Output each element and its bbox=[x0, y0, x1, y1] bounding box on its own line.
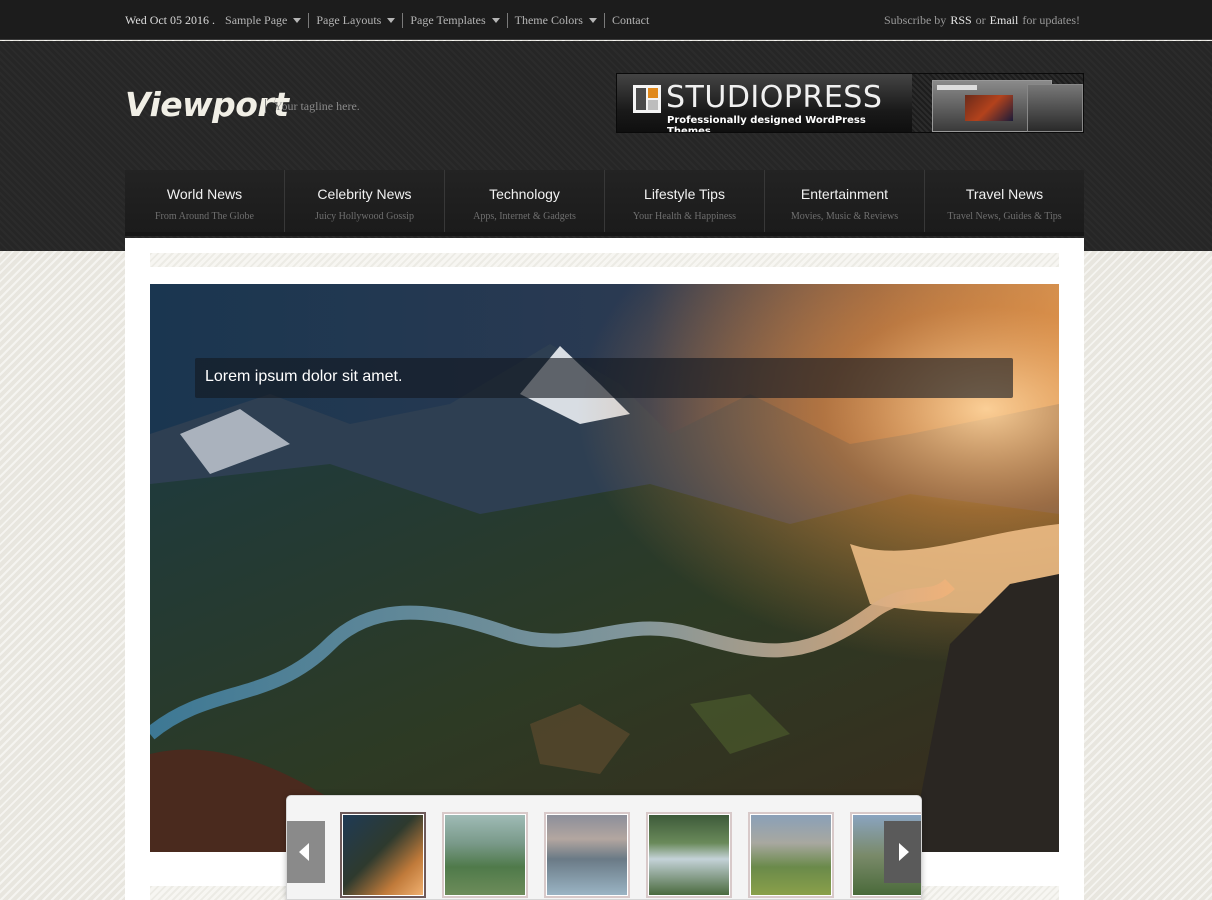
slide-caption-text: Lorem ipsum dolor sit amet. bbox=[205, 368, 403, 385]
nav-item-title: Lifestyle Tips bbox=[644, 186, 725, 202]
nav-item-celebrity-news[interactable]: Celebrity News Juicy Hollywood Gossip bbox=[285, 170, 445, 232]
slider-thumbnail[interactable] bbox=[748, 812, 834, 898]
nav-item-title: Entertainment bbox=[800, 186, 889, 202]
nav-item-title: World News bbox=[166, 186, 243, 202]
top-nav-theme-colors[interactable]: Theme Colors bbox=[508, 12, 605, 28]
nav-item-subtitle: Juicy Hollywood Gossip bbox=[315, 211, 414, 222]
top-bar-inner: Wed Oct 05 2016 . Sample Page Page Layou… bbox=[125, 0, 1084, 40]
header-banner-ad[interactable]: STUDIOPRESS Professionally designed Word… bbox=[616, 73, 1084, 133]
nav-item-lifestyle-tips[interactable]: Lifestyle Tips Your Health & Happiness bbox=[605, 170, 765, 232]
chevron-down-icon bbox=[387, 17, 396, 23]
top-nav-page-templates[interactable]: Page Templates bbox=[403, 12, 508, 28]
nav-item-title: Travel News bbox=[965, 186, 1044, 202]
chevron-down-icon bbox=[293, 17, 302, 23]
arrow-right-icon[interactable] bbox=[884, 821, 921, 883]
subscribe-or: or bbox=[975, 12, 986, 27]
top-nav-contact[interactable]: Contact bbox=[605, 13, 656, 28]
slider-thumbnail[interactable] bbox=[442, 812, 528, 898]
nav-item-title: Technology bbox=[489, 186, 560, 202]
main-nav: World News From Around The Globe Celebri… bbox=[125, 170, 1084, 236]
banner-brand: STUDIOPRESS bbox=[666, 80, 883, 115]
chevron-down-icon bbox=[491, 17, 500, 23]
banner-brand-area: STUDIOPRESS Professionally designed Word… bbox=[617, 74, 912, 133]
top-nav-sample-page[interactable]: Sample Page bbox=[225, 12, 310, 28]
top-nav-label: Page Templates bbox=[410, 12, 486, 27]
current-date: Wed Oct 05 2016 . bbox=[125, 12, 216, 27]
top-nav-page-layouts[interactable]: Page Layouts bbox=[309, 12, 404, 28]
nav-item-subtitle: Your Health & Happiness bbox=[632, 211, 737, 222]
nav-item-subtitle: Travel News, Guides & Tips bbox=[947, 211, 1062, 222]
top-bar: Wed Oct 05 2016 . Sample Page Page Layou… bbox=[0, 0, 1212, 40]
nav-item-entertainment[interactable]: Entertainment Movies, Music & Reviews bbox=[765, 170, 925, 232]
slider-thumbnail-strip bbox=[286, 795, 922, 900]
theme-preview-image bbox=[1027, 84, 1083, 132]
nav-item-travel-news[interactable]: Travel News Travel News, Guides & Tips bbox=[925, 170, 1084, 232]
top-nav-label: Sample Page bbox=[225, 12, 288, 27]
top-nav-label: Theme Colors bbox=[514, 12, 583, 27]
top-nav-label: Contact bbox=[611, 12, 650, 27]
featured-slider[interactable]: Lorem ipsum dolor sit amet. bbox=[150, 284, 1059, 852]
slider-thumbnail[interactable] bbox=[646, 812, 732, 898]
subscribe-suffix: for updates! bbox=[1022, 12, 1080, 27]
divider bbox=[150, 253, 1059, 267]
nav-item-subtitle: Apps, Internet & Gadgets bbox=[473, 211, 576, 222]
nav-item-subtitle: Movies, Music & Reviews bbox=[790, 211, 899, 222]
nav-item-world-news[interactable]: World News From Around The Globe bbox=[125, 170, 285, 232]
subscribe-prefix: Subscribe by bbox=[883, 12, 947, 27]
top-nav-label: Page Layouts bbox=[316, 12, 382, 27]
site-title[interactable]: Viewport bbox=[125, 85, 289, 124]
nav-item-technology[interactable]: Technology Apps, Internet & Gadgets bbox=[445, 170, 605, 232]
nav-item-subtitle: From Around The Globe bbox=[155, 211, 254, 222]
top-nav: Wed Oct 05 2016 . Sample Page Page Layou… bbox=[125, 0, 656, 40]
banner-subtitle: Professionally designed WordPress Themes bbox=[667, 115, 866, 133]
slide-caption: Lorem ipsum dolor sit amet. bbox=[195, 358, 1013, 398]
slider-thumbnail[interactable] bbox=[340, 812, 426, 898]
chevron-down-icon bbox=[588, 17, 597, 23]
nav-item-title: Celebrity News bbox=[317, 186, 412, 202]
rss-link[interactable]: RSS bbox=[950, 13, 971, 28]
slider-thumbnail[interactable] bbox=[544, 812, 630, 898]
banner-screenshots bbox=[912, 74, 1083, 132]
arrow-left-icon[interactable] bbox=[287, 821, 325, 883]
subscribe-text: Subscribe by RSS or Email for updates! bbox=[884, 0, 1084, 40]
email-link[interactable]: Email bbox=[990, 13, 1019, 28]
studiopress-logo-icon bbox=[633, 85, 661, 113]
site-tagline: Your tagline here. bbox=[265, 99, 360, 113]
